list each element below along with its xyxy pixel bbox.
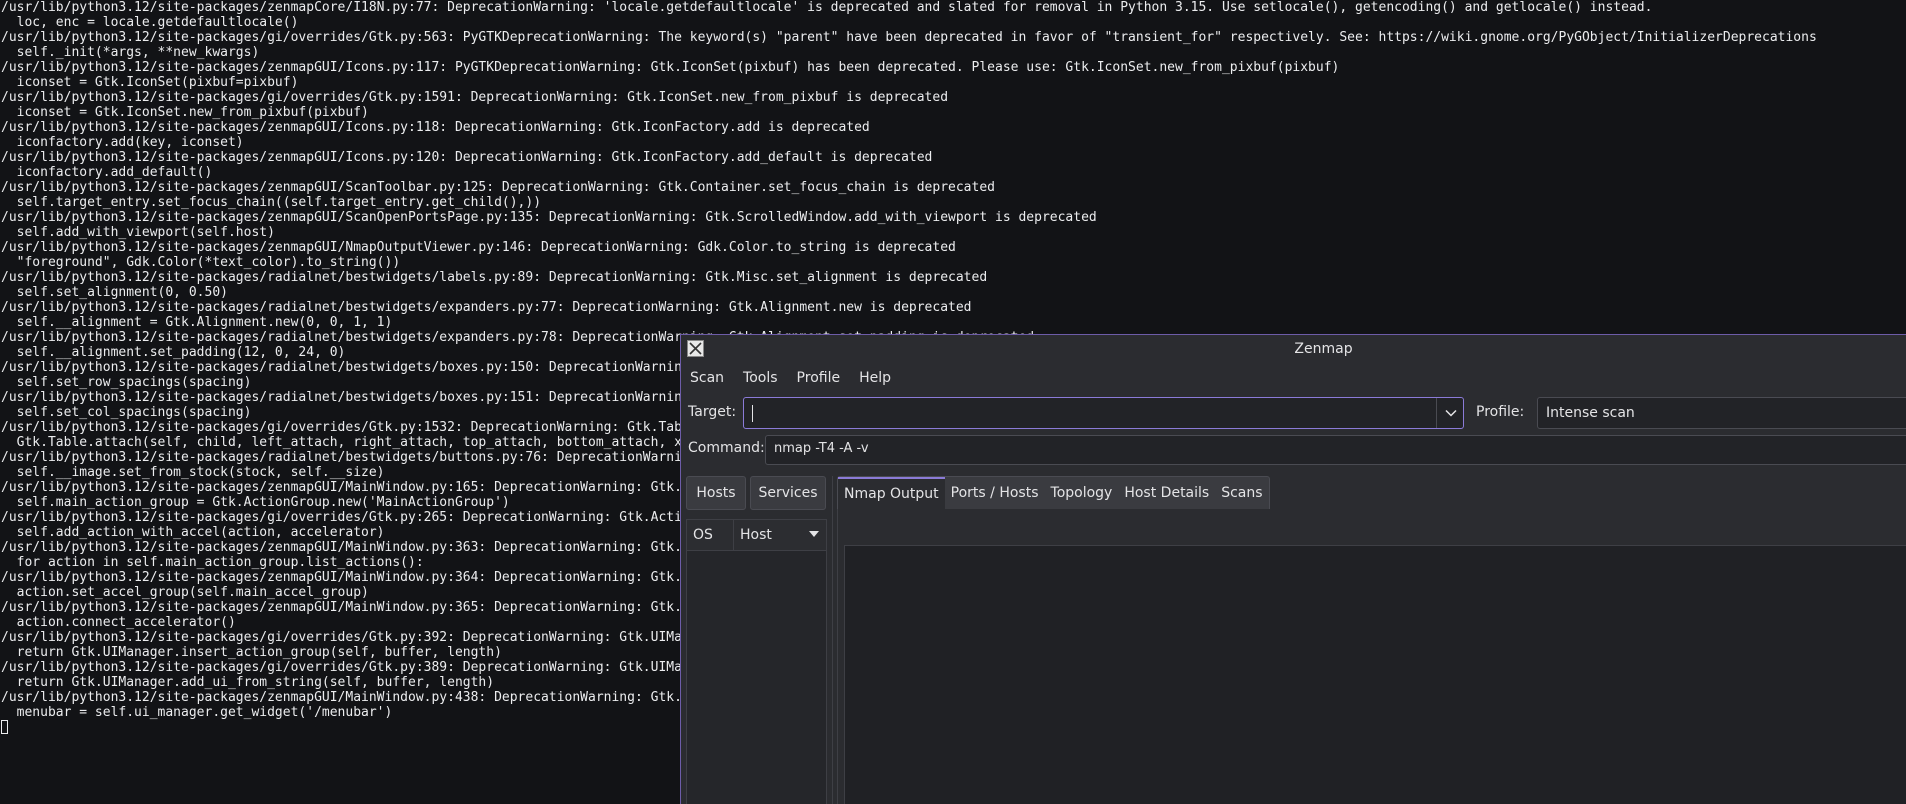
terminal-cursor — [1, 720, 8, 734]
command-input[interactable]: nmap -T4 -A -v — [765, 435, 1906, 465]
menu-scan[interactable]: Scan — [690, 370, 724, 386]
column-header-host[interactable]: Host — [734, 520, 828, 551]
tab-scans[interactable]: Scans — [1215, 477, 1268, 509]
terminal-line: iconfactory.add_default() — [1, 165, 213, 180]
target-label: Target: — [688, 404, 737, 420]
pane-divider[interactable] — [832, 476, 833, 804]
terminal-line: self.target_entry.set_focus_chain((self.… — [1, 195, 542, 210]
terminal-line: loc, enc = locale.getdefaultlocale() — [1, 15, 299, 30]
terminal-line: self.__alignment = Gtk.Alignment.new(0, … — [1, 315, 393, 330]
terminal-line: /usr/lib/python3.12/site-packages/gi/ove… — [1, 30, 1817, 45]
window-title: Zenmap — [1294, 341, 1353, 357]
terminal-line: /usr/lib/python3.12/site-packages/zenmap… — [1, 0, 1653, 15]
terminal-line: iconset = Gtk.IconSet.new_from_pixbuf(pi… — [1, 105, 369, 120]
profile-select[interactable]: Intense scan — [1537, 397, 1906, 429]
target-input[interactable] — [744, 398, 1436, 428]
target-combobox[interactable] — [743, 397, 1464, 429]
menu-tools[interactable]: Tools — [743, 370, 778, 386]
menu-bar: Scan Tools Profile Help — [681, 363, 1906, 393]
tab-host-details[interactable]: Host Details — [1118, 477, 1215, 509]
tab-ports-hosts[interactable]: Ports / Hosts — [945, 477, 1045, 509]
tab-topology[interactable]: Topology — [1045, 477, 1119, 509]
terminal-line: /usr/lib/python3.12/site-packages/zenmap… — [1, 60, 1340, 75]
title-bar[interactable]: Zenmap — [681, 335, 1906, 363]
terminal-line: /usr/lib/python3.12/site-packages/zenmap… — [1, 120, 870, 135]
profile-label: Profile: — [1476, 404, 1525, 420]
tab-content — [837, 509, 1906, 804]
tab-bar: Nmap Output Ports / Hosts Topology Host … — [837, 476, 1270, 510]
terminal-line: /usr/lib/python3.12/site-packages/zenmap… — [1, 240, 956, 255]
terminal-line: self._init(*args, **new_kwargs) — [1, 45, 260, 60]
hosts-button[interactable]: Hosts — [686, 476, 746, 510]
zenmap-window[interactable]: Zenmap Scan Tools Profile Help Target: P… — [680, 334, 1906, 804]
host-list[interactable]: OS Host — [686, 519, 827, 804]
terminal-line: /usr/lib/python3.12/site-packages/gi/ove… — [1, 90, 949, 105]
terminal-line: /usr/lib/python3.12/site-packages/radial… — [1, 300, 972, 315]
terminal-line: /usr/lib/python3.12/site-packages/radial… — [1, 270, 988, 285]
nmap-output-area[interactable] — [844, 545, 1906, 804]
menu-profile[interactable]: Profile — [797, 370, 841, 386]
terminal-line: /usr/lib/python3.12/site-packages/zenmap… — [1, 180, 995, 195]
chevron-down-icon[interactable] — [1437, 398, 1464, 428]
terminal-line: self.add_with_viewport(self.host) — [1, 225, 275, 240]
column-header-host-label: Host — [740, 527, 772, 543]
services-button[interactable]: Services — [750, 476, 826, 510]
terminal-line: "foreground", Gdk.Color(*text_color).to_… — [1, 255, 401, 270]
host-panel: Hosts Services OS Host — [686, 476, 827, 804]
command-row: Command: nmap -T4 -A -v — [681, 435, 1906, 465]
menu-help[interactable]: Help — [859, 370, 891, 386]
terminal-line: iconset = Gtk.IconSet(pixbuf=pixbuf) — [1, 75, 299, 90]
column-header-os[interactable]: OS — [687, 520, 734, 551]
sort-arrow-icon — [809, 531, 819, 537]
terminal-line: self.set_alignment(0, 0.50) — [1, 285, 228, 300]
terminal-line: /usr/lib/python3.12/site-packages/zenmap… — [1, 150, 933, 165]
terminal-line: /usr/lib/python3.12/site-packages/zenmap… — [1, 210, 1097, 225]
terminal-line: iconfactory.add(key, iconset) — [1, 135, 244, 150]
target-row: Target: Profile: Intense scan — [681, 397, 1906, 429]
host-list-header: OS Host — [687, 520, 826, 551]
tab-nmap-output[interactable]: Nmap Output — [838, 477, 945, 509]
command-label: Command: — [688, 440, 765, 456]
text-cursor — [752, 405, 753, 422]
